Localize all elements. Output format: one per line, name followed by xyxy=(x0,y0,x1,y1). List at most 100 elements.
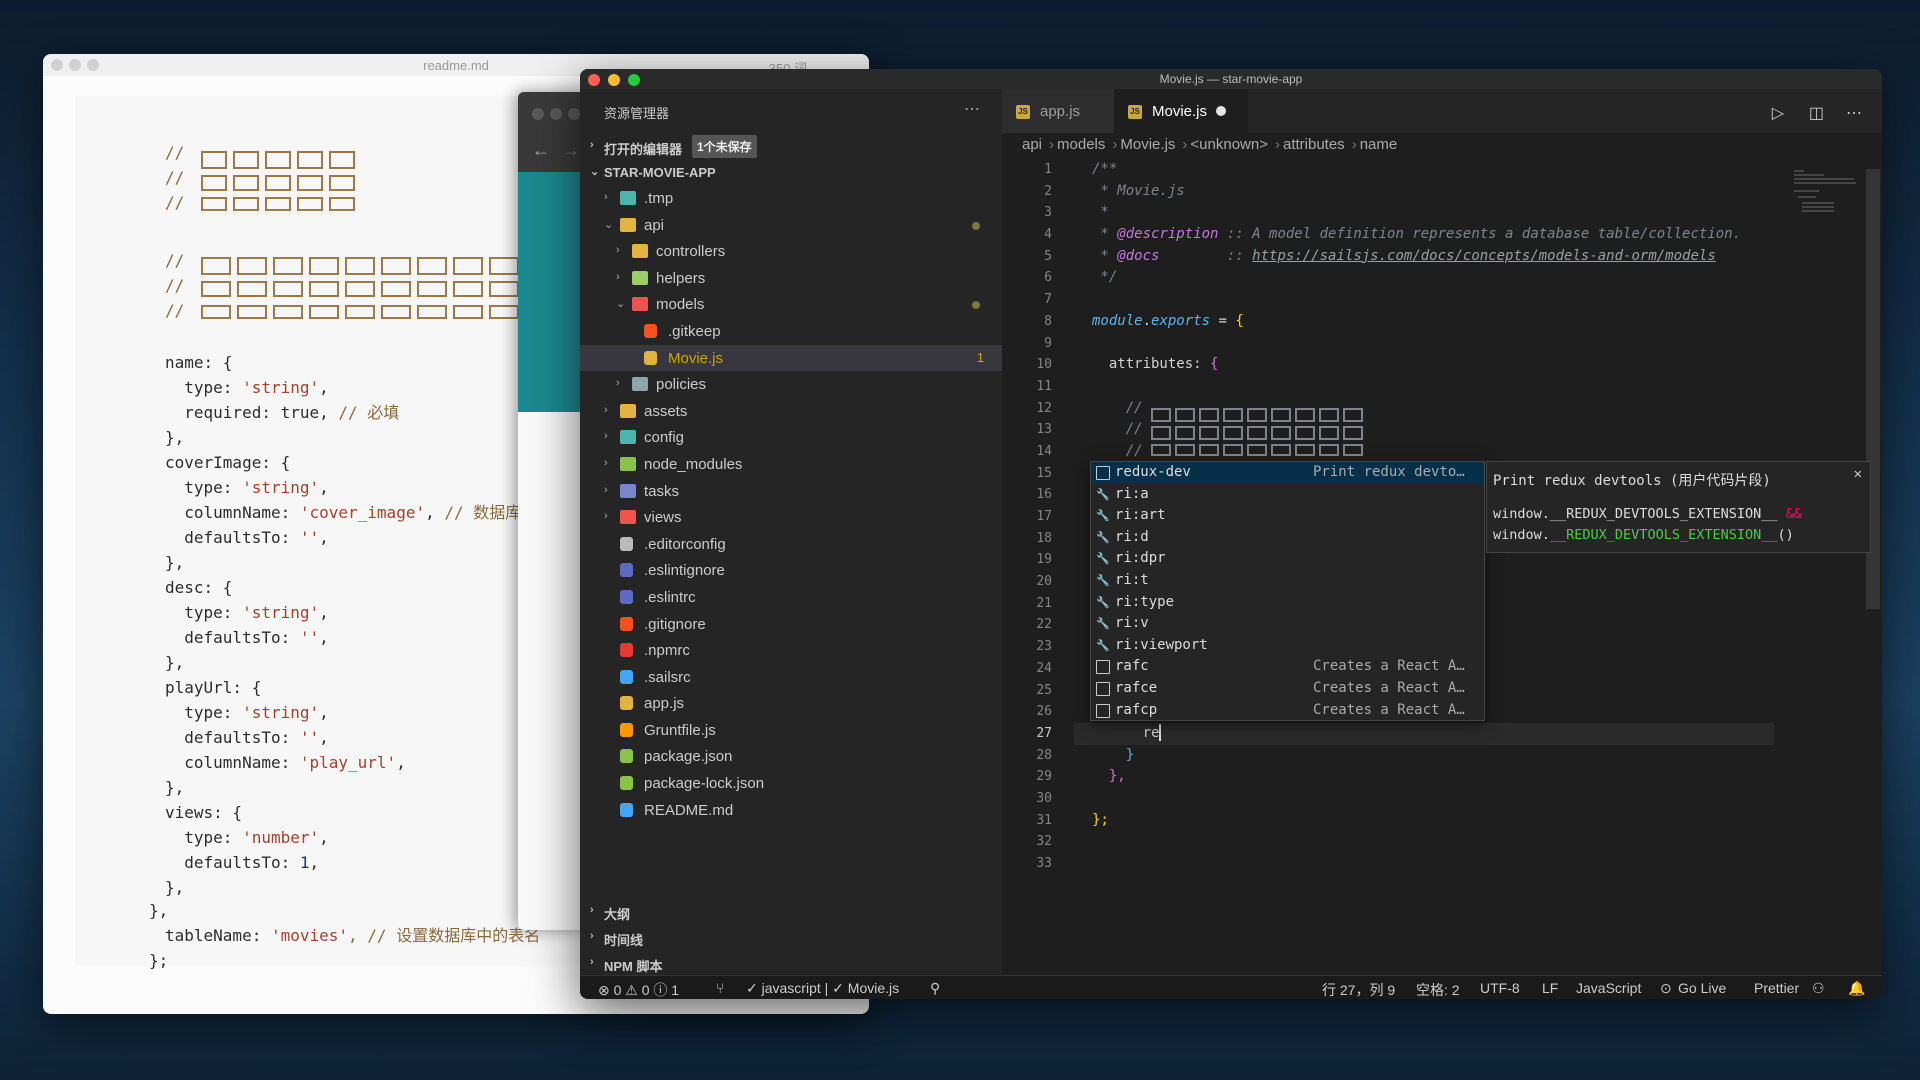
typed-text: re xyxy=(1092,724,1160,741)
tree-file[interactable]: app.js xyxy=(580,690,1002,717)
tree-folder[interactable]: › assets xyxy=(580,398,1002,425)
feedback-icon[interactable]: ⚇ xyxy=(1812,980,1825,997)
indentation[interactable]: 空格: 2 xyxy=(1416,980,1460,999)
problems-indicator[interactable]: ⊗ 0 ⚠ 0 ⓘ 1 xyxy=(598,980,679,999)
line-number: 22 xyxy=(1036,617,1052,633)
breadcrumb-item[interactable]: <unknown> xyxy=(1190,136,1268,153)
sidebar-section[interactable]: › 大纲 xyxy=(580,898,1002,924)
breadcrumb-item[interactable]: api xyxy=(1022,136,1042,153)
unsaved-dot-icon[interactable] xyxy=(1216,106,1226,116)
ascii-art-primitives: ////// xyxy=(165,143,185,212)
suggestion-item[interactable]: rafcp Creates a React A… xyxy=(1091,700,1484,722)
tree-folder[interactable]: › controllers xyxy=(580,238,1002,265)
tree-folder[interactable]: › config xyxy=(580,424,1002,451)
more-actions-icon[interactable]: ⋯ xyxy=(1846,103,1862,123)
prettier-status[interactable]: Prettier xyxy=(1754,980,1799,996)
branch-icon[interactable]: ⑂ xyxy=(716,980,724,996)
tree-folder[interactable]: › views xyxy=(580,504,1002,531)
tree-folder[interactable]: › tasks xyxy=(580,478,1002,505)
tree-file[interactable]: .gitkeep xyxy=(580,318,1002,345)
go-live-button[interactable]: Go Live xyxy=(1678,980,1726,996)
suggestion-item[interactable]: 🔧 ri:art xyxy=(1091,505,1484,527)
code-line-5: * @docs :: https://sailsjs.com/docs/conc… xyxy=(1092,247,1716,264)
project-section[interactable]: ⌄ STAR-MOVIE-APP xyxy=(580,159,1002,185)
tree-folder[interactable]: ⌄ models xyxy=(580,291,1002,318)
language-mode[interactable]: JavaScript xyxy=(1576,980,1641,996)
tab-movie-js[interactable]: JS Movie.js xyxy=(1114,89,1248,133)
sync-icon[interactable]: ⚲ xyxy=(930,980,940,997)
readme-code-line: columnName: 'cover_image', // 数据库中存 xyxy=(165,500,553,525)
tree-file[interactable]: .editorconfig xyxy=(580,531,1002,558)
readme-code-line: defaultsTo: '', xyxy=(165,725,553,750)
suggestion-item[interactable]: 🔧 ri:a xyxy=(1091,484,1484,506)
suggestion-item[interactable]: 🔧 ri:t xyxy=(1091,570,1484,592)
tree-folder[interactable]: ⌄ api xyxy=(580,212,1002,239)
tree-file[interactable]: README.md xyxy=(580,797,1002,824)
chevron-right-icon: › xyxy=(616,270,620,283)
browser-zoom-dot[interactable] xyxy=(568,108,580,120)
readme-token: 'number' xyxy=(242,828,320,847)
readme-token: , xyxy=(319,603,329,622)
tree-file[interactable]: package-lock.json xyxy=(580,770,1002,797)
close-icon[interactable]: ✕ xyxy=(1854,466,1862,482)
suggestion-item[interactable]: 🔧 ri:dpr xyxy=(1091,548,1484,570)
readme-token: }, xyxy=(165,553,185,572)
tree-folder[interactable]: › helpers xyxy=(580,265,1002,292)
file-icon xyxy=(620,616,633,631)
chevron-right-icon: › xyxy=(590,956,594,968)
line-number: 28 xyxy=(1036,747,1052,763)
tab-app-js[interactable]: JS app.js xyxy=(1002,89,1114,133)
tree-file[interactable]: .eslintrc xyxy=(580,584,1002,611)
browser-min-dot[interactable] xyxy=(550,108,562,120)
suggestion-item[interactable]: 🔧 ri:type xyxy=(1091,592,1484,614)
sidebar-section[interactable]: › NPM 脚本 xyxy=(580,950,1002,976)
more-actions-icon[interactable]: ⋯ xyxy=(964,99,980,119)
breadcrumb-item[interactable]: Movie.js xyxy=(1120,136,1175,153)
back-arrow-icon[interactable]: ← xyxy=(532,140,550,161)
tree-item-label: tasks xyxy=(644,482,680,500)
tree-file[interactable]: Gruntfile.js xyxy=(580,717,1002,744)
open-editors-section[interactable]: › 打开的编辑器 1个未保存 xyxy=(580,133,1002,159)
browser-close-dot[interactable] xyxy=(532,108,544,120)
tree-file[interactable]: package.json xyxy=(580,743,1002,770)
tree-folder[interactable]: › node_modules xyxy=(580,451,1002,478)
bell-icon[interactable]: 🔔 xyxy=(1848,980,1865,997)
split-editor-icon[interactable]: ◫ xyxy=(1809,103,1824,123)
suggestion-item[interactable]: 🔧 ri:v xyxy=(1091,613,1484,635)
tree-file[interactable]: Movie.js 1 xyxy=(580,344,1002,372)
breadcrumb-item[interactable]: models xyxy=(1057,136,1105,153)
suggestion-item[interactable]: redux-dev Print redux devto… xyxy=(1091,462,1484,484)
readme-token: type: xyxy=(165,828,243,847)
file-icon xyxy=(620,536,633,551)
tree-folder[interactable]: › policies xyxy=(580,371,1002,398)
breadcrumb-item[interactable]: name xyxy=(1360,136,1398,153)
suggestion-item[interactable]: 🔧 ri:viewport xyxy=(1091,635,1484,657)
forward-arrow-icon[interactable]: → xyxy=(562,140,580,161)
suggestion-label: ri:d xyxy=(1115,528,1149,545)
tree-file[interactable]: .npmrc xyxy=(580,637,1002,664)
minimap[interactable] xyxy=(1794,169,1874,229)
tree-folder[interactable]: › .tmp xyxy=(580,185,1002,212)
suggestion-item[interactable]: rafc Creates a React A… xyxy=(1091,656,1484,678)
breadcrumb-item[interactable]: attributes xyxy=(1283,136,1345,153)
tree-file[interactable]: .eslintignore xyxy=(580,557,1002,584)
readme-code-line: desc: { xyxy=(165,575,553,600)
eslint-status[interactable]: ✓ javascript | ✓ Movie.js xyxy=(746,980,899,997)
tree-file[interactable]: .sailsrc xyxy=(580,664,1002,691)
jsdoc-sep: :: xyxy=(1159,247,1253,264)
tree-item-label: .sailsrc xyxy=(644,668,691,686)
line-number: 27 xyxy=(1036,725,1052,741)
readme-token: playUrl: { xyxy=(165,678,262,697)
suggestion-item[interactable]: rafce Creates a React A… xyxy=(1091,678,1484,700)
docs-link[interactable]: https://sailsjs.com/docs/concepts/models… xyxy=(1252,248,1716,264)
suggestion-item[interactable]: 🔧 ri:d xyxy=(1091,527,1484,549)
tree-file[interactable]: .gitignore xyxy=(580,611,1002,638)
readme-token: '' xyxy=(299,528,320,547)
suggestion-label: ri:v xyxy=(1115,615,1149,632)
sidebar-section[interactable]: › 时间线 xyxy=(580,924,1002,950)
cursor-position[interactable]: 行 27，列 9 xyxy=(1322,980,1395,999)
line-ending[interactable]: LF xyxy=(1542,980,1558,996)
run-icon[interactable]: ▷ xyxy=(1772,103,1784,123)
line-number: 15 xyxy=(1036,465,1052,481)
encoding[interactable]: UTF-8 xyxy=(1480,980,1520,996)
